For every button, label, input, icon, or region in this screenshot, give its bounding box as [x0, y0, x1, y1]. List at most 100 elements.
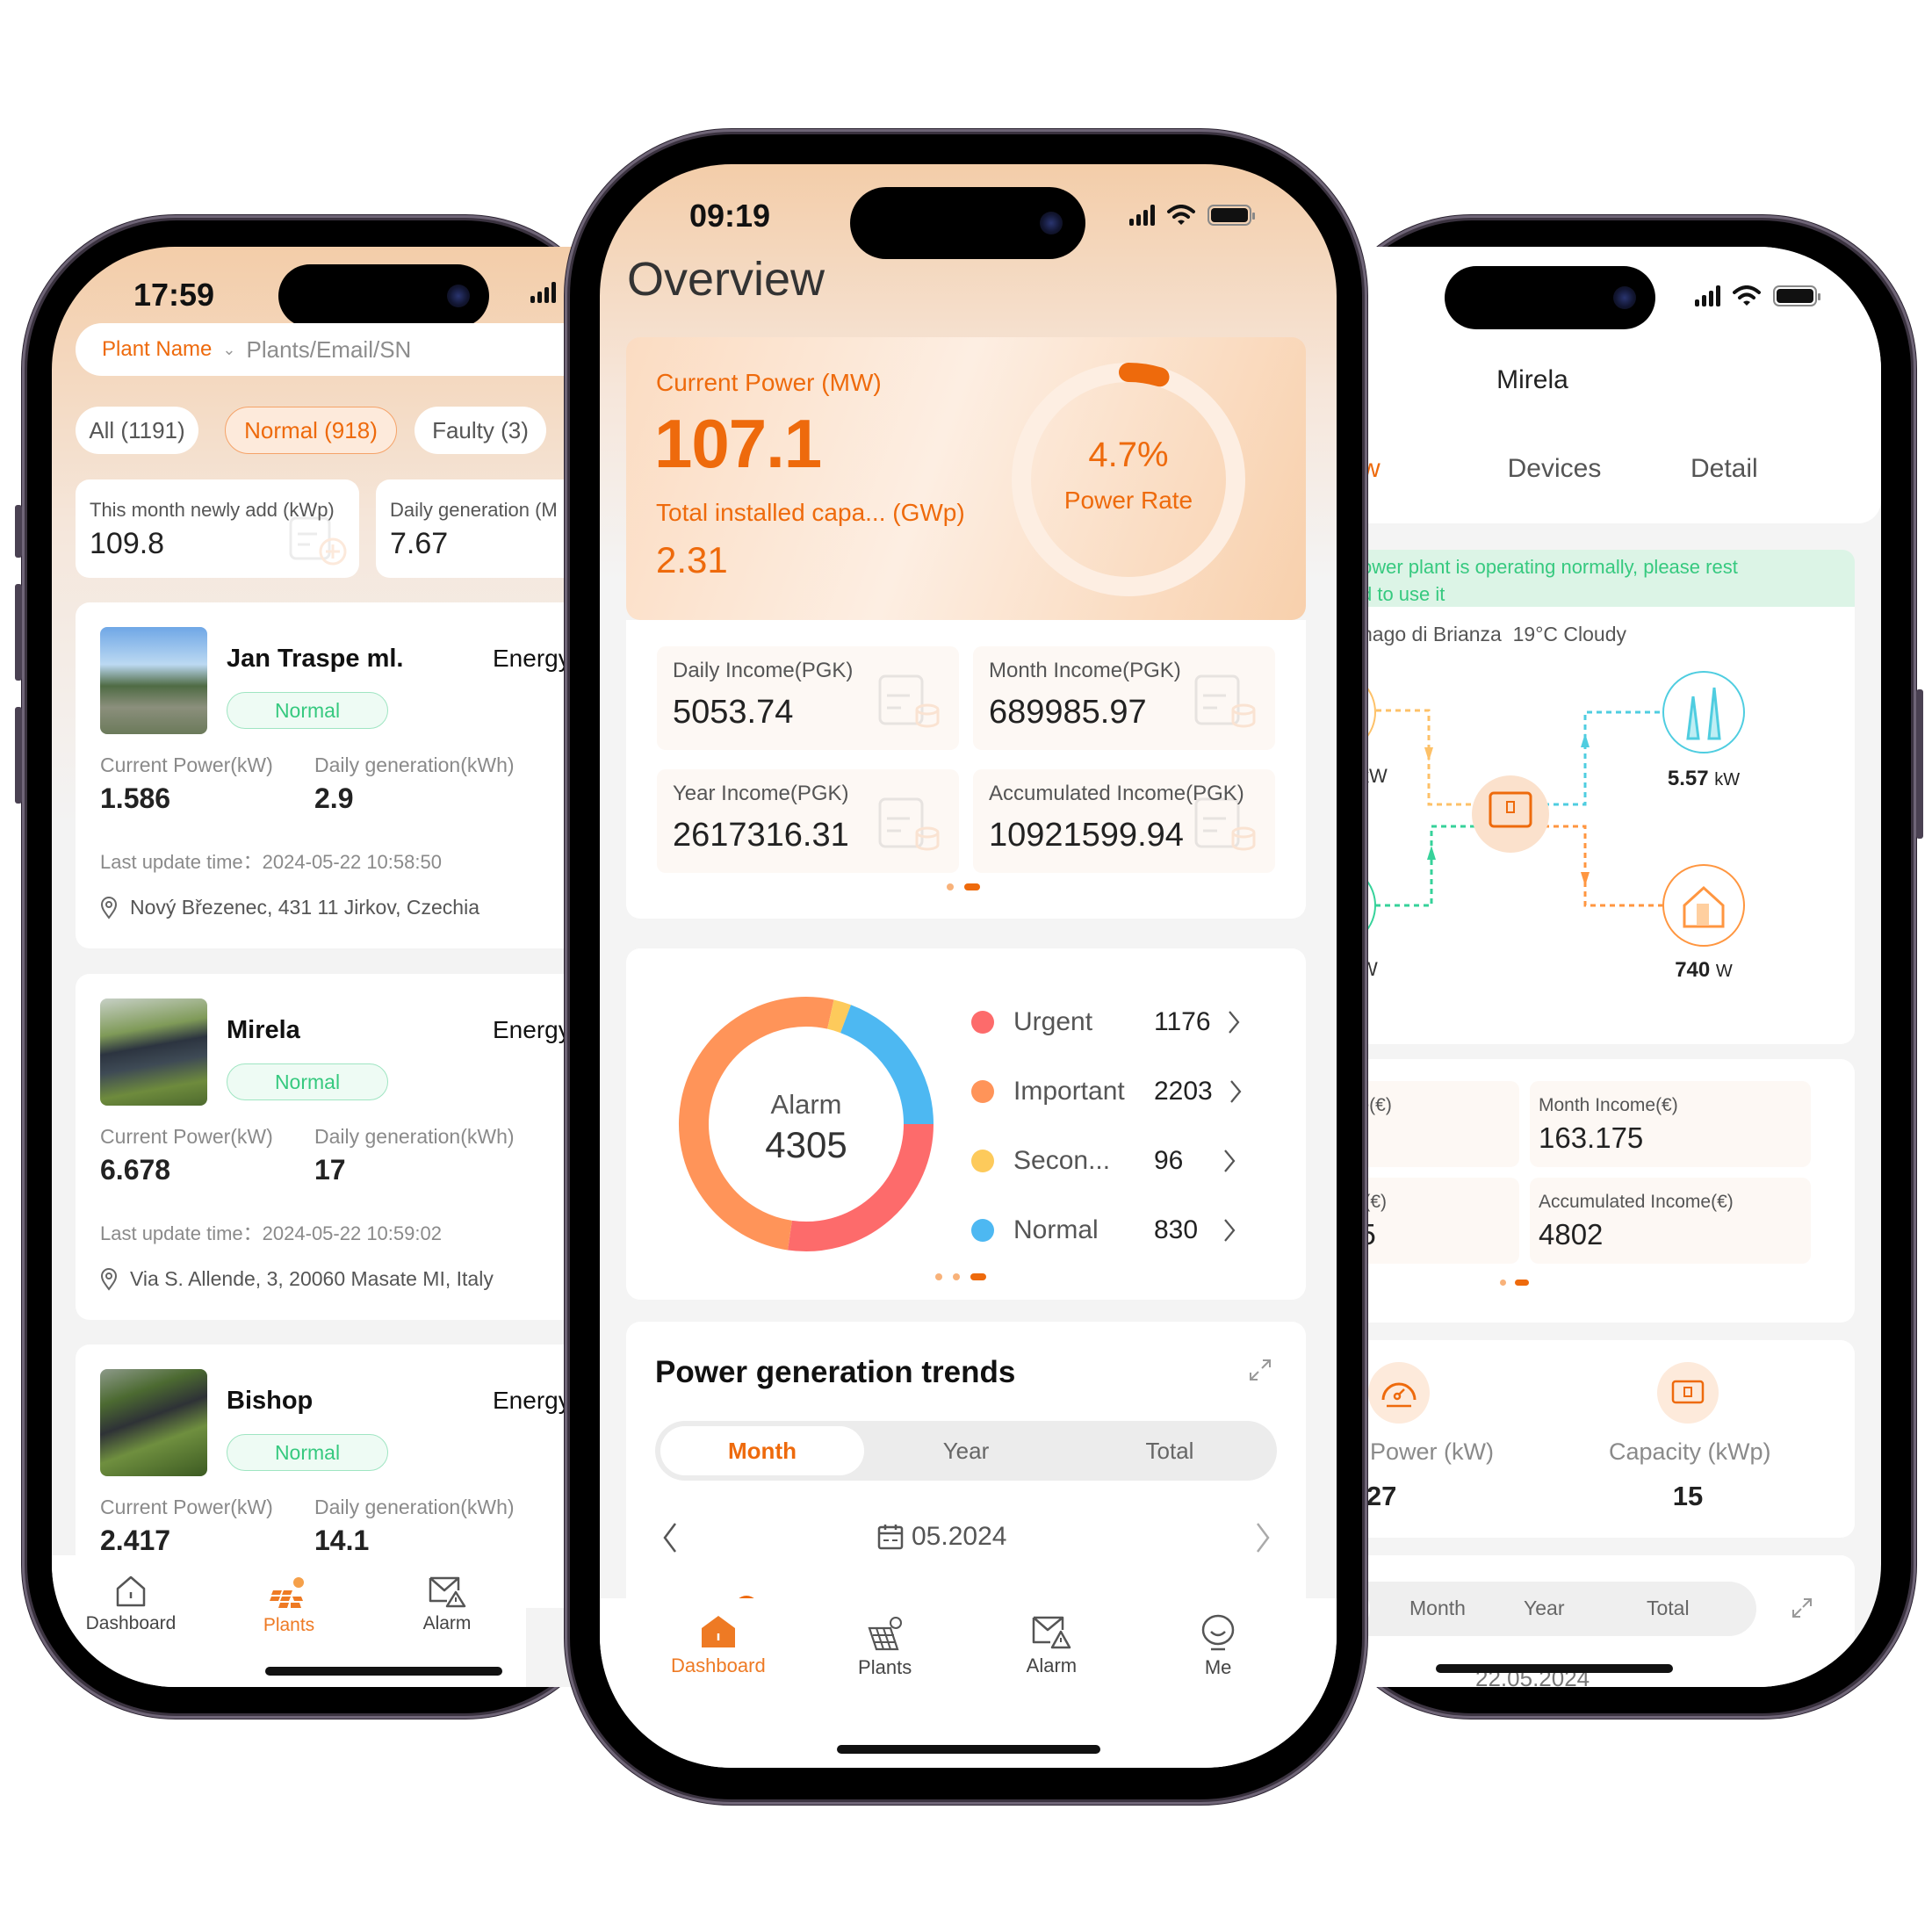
filter-faulty[interactable]: Faulty (3)	[415, 407, 546, 454]
location-pin-icon	[100, 1267, 118, 1291]
trend-segmented: Month Year Total	[1344, 1582, 1756, 1636]
bottom-tab-bar: Dashboard Plants Alarm Me	[600, 1598, 1337, 1768]
center-screen: 09:19 Overview Current Power (MW) 107.1 …	[600, 164, 1337, 1768]
plant-card[interactable]: Jan Traspe ml. Energy Normal Current Power(…	[76, 602, 596, 948]
trend-tab-year[interactable]: Year	[864, 1426, 1068, 1475]
daily-gen-label: Daily generation(kWh)	[314, 1496, 515, 1518]
mail-alert-icon	[1033, 1616, 1071, 1649]
filter-all[interactable]: All (1191)	[76, 407, 198, 454]
capacity-value: 2.31	[656, 539, 728, 580]
energy-flow-card: nago di Brianza 19°C Cloudy kW W 5.57 kW…	[1344, 607, 1855, 1044]
last-update: Last update time：2024-05-22 10:58:50	[100, 851, 442, 873]
trend-tab-month[interactable]: Month	[1409, 1597, 1466, 1620]
power-button	[1916, 689, 1923, 839]
battery-icon	[1773, 285, 1820, 306]
plant-extra-column: Energy	[493, 645, 571, 672]
chevron-left-icon[interactable]	[661, 1522, 679, 1554]
income-pager[interactable]	[947, 883, 980, 890]
solar-panel-icon	[868, 1617, 902, 1651]
solar-panel-icon	[270, 1577, 304, 1608]
chevron-right-icon[interactable]	[1254, 1522, 1272, 1554]
trend-tab-year[interactable]: Year	[1524, 1597, 1564, 1620]
side-button	[15, 505, 22, 558]
expand-icon[interactable]	[1790, 1596, 1814, 1620]
income-label: Year Income(PGK)	[673, 782, 849, 805]
wifi-icon	[1167, 205, 1195, 225]
alarm-pager[interactable]	[935, 1273, 986, 1280]
chevron-right-icon[interactable]	[1227, 1010, 1241, 1034]
search-bar[interactable]: Plant Name ⌄ Plants/Email/SN	[76, 323, 596, 376]
trends-title: Power generation trends	[655, 1355, 1016, 1389]
home-indicator	[837, 1745, 1100, 1754]
tab-detail[interactable]: Detail	[1690, 454, 1758, 484]
pager-dots[interactable]	[1500, 1280, 1529, 1286]
chevron-right-icon[interactable]	[1222, 1218, 1236, 1243]
search-scope-selector[interactable]: Plant Name	[102, 337, 212, 362]
donut-segment-secon[interactable]	[826, 999, 851, 1034]
plant-address: Nový Březenec, 431 11 Jirkov, Czechia	[100, 896, 479, 919]
status-badge: Normal	[227, 692, 388, 729]
trend-tab-total[interactable]: Total	[1647, 1597, 1690, 1620]
left-screen: 17:59 Plant Name ⌄ Plants/Email/SN All (…	[52, 247, 596, 1687]
income-value: 2617316.31	[673, 817, 849, 854]
location-pin-icon	[100, 896, 118, 919]
mail-alert-icon	[429, 1576, 466, 1608]
wallet-icon	[878, 674, 940, 728]
legend-label: Secon...	[1013, 1146, 1111, 1175]
chevron-down-icon[interactable]: ⌄	[222, 341, 235, 359]
tab-me[interactable]: Me	[1135, 1614, 1301, 1768]
tab-devices[interactable]: Devices	[1480, 454, 1629, 484]
alarm-legend-item[interactable]: Important 2203	[971, 1072, 1243, 1111]
chevron-right-icon[interactable]	[1222, 1149, 1236, 1173]
expand-icon[interactable]	[1247, 1357, 1273, 1383]
current-power-value: 6.678	[100, 1154, 171, 1186]
alarm-legend-item[interactable]: Normal 830	[971, 1211, 1236, 1250]
search-input[interactable]: Plants/Email/SN	[246, 336, 411, 364]
dynamic-island	[278, 264, 489, 328]
plant-name: Jan Traspe ml.	[227, 645, 404, 673]
trend-tab-month[interactable]: Month	[660, 1426, 864, 1475]
power-rate-value: 4.7%	[1088, 436, 1169, 474]
dynamic-island	[850, 187, 1085, 259]
trend-tab-total[interactable]: Total	[1068, 1426, 1272, 1475]
status-time: 09:19	[689, 198, 771, 234]
summary-value: 109.8	[90, 527, 165, 560]
legend-label: Important	[1013, 1077, 1125, 1106]
legend-value: 1176	[1154, 1007, 1211, 1036]
calendar-icon	[877, 1525, 904, 1550]
calendar-coins-icon	[878, 797, 940, 851]
current-power-label: Current Power(kW)	[100, 1496, 273, 1518]
income-tile: Accumulated Income(PGK) 10921599.94	[973, 769, 1275, 873]
power-rate-arc	[1119, 363, 1170, 387]
status-icons	[1129, 205, 1255, 226]
wifi-icon	[1733, 285, 1761, 306]
plant-card[interactable]: Mirela Energy Normal Current Power(kW) 6.678…	[76, 974, 596, 1320]
signal-icon	[530, 282, 556, 303]
current-power-label: Current Power(kW)	[100, 1125, 273, 1148]
date-picker[interactable]: 05.2024	[876, 1522, 1006, 1552]
legend-dot	[971, 1011, 994, 1034]
status-notice: ower plant is operating normally, please…	[1344, 550, 1855, 607]
filter-normal[interactable]: Normal (918)	[225, 407, 397, 454]
income-value: 10921599.94	[989, 817, 1184, 854]
income-tile: Month Income(€) 163.175	[1530, 1081, 1811, 1167]
signal-icon	[1129, 205, 1155, 226]
tab-dashboard[interactable]: Dashboard	[635, 1614, 802, 1768]
trends-segmented: Month Year Total	[655, 1421, 1277, 1481]
income-label: Daily Income(PGK)	[673, 659, 854, 682]
alarm-legend-item[interactable]: Secon... 96	[971, 1142, 1236, 1180]
income-card: me(€) Month Income(€) 163.175 ne(€) 25 A…	[1344, 1059, 1855, 1323]
home-icon	[116, 1575, 146, 1607]
signal-icon	[1695, 285, 1720, 306]
volume-up-button	[15, 584, 22, 681]
tab-dashboard[interactable]: Dashboard	[52, 1575, 210, 1687]
daily-gen-value: 2.9	[314, 782, 354, 814]
legend-dot	[971, 1080, 994, 1103]
alarm-legend-item[interactable]: Urgent 1176	[971, 1003, 1241, 1042]
page-title: Overview	[627, 253, 825, 306]
grid-value: 5.57 kW	[1667, 767, 1741, 790]
income-value: 5053.74	[673, 694, 794, 731]
chevron-right-icon[interactable]	[1229, 1079, 1243, 1104]
summary-card-newly-added: This month newly add (kWp) 109.8	[76, 479, 359, 578]
legend-value: 2203	[1154, 1077, 1213, 1106]
